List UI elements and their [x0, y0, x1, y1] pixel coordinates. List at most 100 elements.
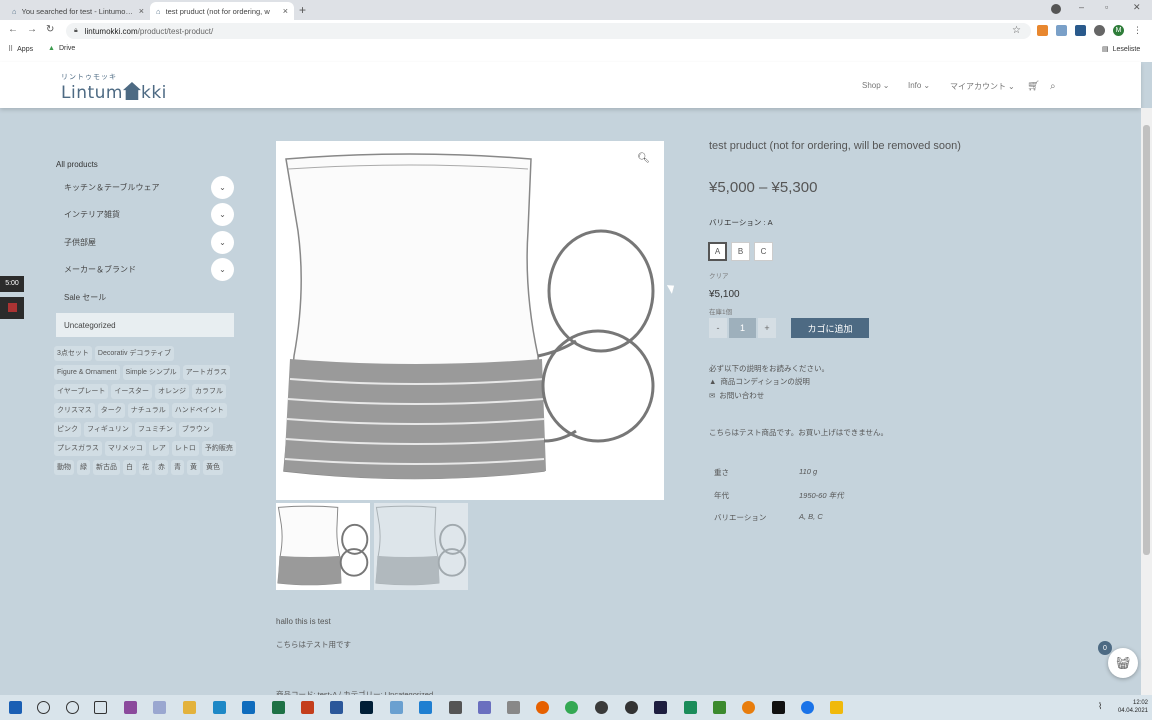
product-thumbnail-2[interactable] [374, 503, 468, 590]
tab-product[interactable]: ⌂ test pruduct (not for ordering, w × [150, 2, 294, 20]
category-kids-room[interactable]: 子供部屋 ⌄ [56, 230, 234, 254]
tab-search-results[interactable]: ⌂ You searched for test - Lintumokki × [6, 2, 150, 20]
app-icon[interactable] [595, 701, 608, 714]
app-icon[interactable] [124, 701, 137, 714]
tag-link[interactable]: アートガラス [182, 365, 231, 380]
tag-link[interactable]: イヤープレート [54, 384, 109, 399]
word-icon[interactable] [330, 701, 343, 714]
media-icon[interactable] [1051, 4, 1061, 14]
minimize-icon[interactable]: – [1079, 2, 1084, 12]
tag-link[interactable]: 3点セット [54, 346, 92, 361]
blender-icon[interactable] [742, 701, 755, 714]
excel-icon[interactable] [272, 701, 285, 714]
tag-link[interactable]: ナチュラル [127, 403, 169, 418]
menu-my-account[interactable]: マイアカウント ⌄ [950, 81, 1015, 92]
variation-a-button[interactable]: A [708, 242, 727, 261]
extension-dev-icon[interactable] [1075, 25, 1086, 36]
app-icon[interactable] [153, 701, 166, 714]
file-explorer-icon[interactable] [183, 701, 196, 714]
tag-link[interactable]: マリメッコ [104, 441, 146, 456]
tray-icon[interactable]: ⌇ [1098, 701, 1111, 714]
tag-link[interactable]: イースター [111, 384, 153, 399]
discord-icon[interactable] [478, 701, 491, 714]
chevron-down-icon[interactable]: ⌄ [211, 231, 234, 254]
tag-link[interactable]: フュミチン [134, 422, 176, 437]
bookmark-star-icon[interactable]: ☆ [1012, 25, 1021, 36]
tag-link[interactable]: 花 [139, 460, 152, 475]
tag-link[interactable]: 白 [123, 460, 136, 475]
profile-avatar[interactable]: M [1113, 25, 1124, 36]
tag-link[interactable]: カラフル [192, 384, 227, 399]
tag-link[interactable]: Decorativ デコラティブ [94, 346, 174, 361]
category-kitchen[interactable]: キッチン＆テーブルウェア ⌄ [56, 175, 234, 199]
chevron-down-icon[interactable]: ⌄ [211, 258, 234, 281]
headphones-icon[interactable] [625, 701, 638, 714]
tag-link[interactable]: レア [148, 441, 169, 456]
maximize-icon[interactable]: ▫ [1105, 2, 1108, 12]
system-clock[interactable]: 12:02 04.04.2021 [1112, 699, 1148, 715]
tag-link[interactable]: Simple シンプル [122, 365, 180, 380]
extension-layers-icon[interactable] [1056, 25, 1067, 36]
close-window-icon[interactable]: ✕ [1133, 2, 1141, 13]
tag-link[interactable]: ハンドペイント [171, 403, 227, 418]
tag-link[interactable]: フィギュリン [84, 422, 132, 437]
maps-icon[interactable] [801, 701, 814, 714]
cortana-icon[interactable] [66, 701, 79, 714]
tag-link[interactable]: ブラウン [178, 422, 213, 437]
category-makers-brands[interactable]: メーカー＆ブランド ⌄ [56, 257, 234, 281]
tag-link[interactable]: ターク [97, 403, 125, 418]
app-icon[interactable] [449, 701, 462, 714]
quantity-input[interactable]: 1 [729, 318, 756, 338]
side-record-widget[interactable] [0, 297, 24, 319]
forward-icon[interactable]: → [27, 24, 37, 35]
unity-icon[interactable] [772, 701, 785, 714]
tag-link[interactable]: クリスマス [54, 403, 95, 418]
extension-fox-icon[interactable] [1037, 25, 1048, 36]
close-tab-icon[interactable]: × [283, 6, 288, 16]
add-to-cart-button[interactable]: カゴに追加 [791, 318, 869, 338]
reading-list[interactable]: ▤ Leseliste [1102, 45, 1140, 54]
close-tab-icon[interactable]: × [139, 6, 144, 16]
category-uncategorized[interactable]: Uncategorized [56, 313, 234, 337]
tag-link[interactable]: 赤 [155, 460, 168, 475]
menu-info[interactable]: Info ⌄ [908, 81, 930, 90]
chevron-down-icon[interactable]: ⌄ [211, 176, 234, 199]
url-input[interactable]: 🔒︎ lintumokki.com /product/test-product/… [66, 23, 1031, 39]
tag-link[interactable]: 黄 [187, 460, 200, 475]
tag-link[interactable]: ピンク [54, 422, 81, 437]
store-icon[interactable] [213, 701, 226, 714]
quantity-plus-button[interactable]: + [758, 318, 776, 338]
tag-link[interactable]: 新古品 [93, 460, 120, 475]
quantity-minus-button[interactable]: - [709, 318, 727, 338]
app-icon[interactable] [684, 701, 697, 714]
lambda-icon[interactable] [713, 701, 726, 714]
product-thumbnail-1[interactable] [276, 503, 370, 590]
powerpoint-icon[interactable] [301, 701, 314, 714]
sidebar-title[interactable]: All products [56, 160, 98, 169]
tag-link[interactable]: 青 [171, 460, 184, 475]
chrome-icon[interactable] [565, 701, 578, 714]
task-view-icon[interactable] [94, 701, 107, 714]
calculator-icon[interactable] [507, 701, 520, 714]
windows-start-icon[interactable] [9, 701, 22, 714]
tag-link[interactable]: 動物 [54, 460, 74, 475]
outlook-icon[interactable] [242, 701, 255, 714]
new-tab-icon[interactable]: + [299, 3, 306, 17]
variation-b-button[interactable]: B [731, 242, 750, 261]
zoom-icon[interactable]: 🔍︎ [637, 153, 650, 164]
vscode-icon[interactable] [419, 701, 432, 714]
tag-link[interactable]: 緑 [77, 460, 90, 475]
extensions-puzzle-icon[interactable] [1094, 25, 1105, 36]
menu-shop[interactable]: Shop ⌄ [862, 81, 889, 90]
side-timer-widget[interactable]: 5:00 [0, 276, 24, 292]
cart-icon[interactable]: 🛒︎ [1027, 81, 1040, 92]
variation-c-button[interactable]: C [754, 242, 773, 261]
search-icon[interactable]: ⌕ [1050, 81, 1056, 92]
category-interior[interactable]: インテリア雑貨 ⌄ [56, 202, 234, 226]
floating-cart-button[interactable]: 🧺︎ [1108, 648, 1138, 678]
reload-icon[interactable]: ↻ [46, 24, 54, 35]
app-icon[interactable] [654, 701, 667, 714]
photoshop-icon[interactable] [360, 701, 373, 714]
scrollbar-thumb[interactable] [1143, 125, 1150, 555]
firefox-icon[interactable] [536, 701, 549, 714]
